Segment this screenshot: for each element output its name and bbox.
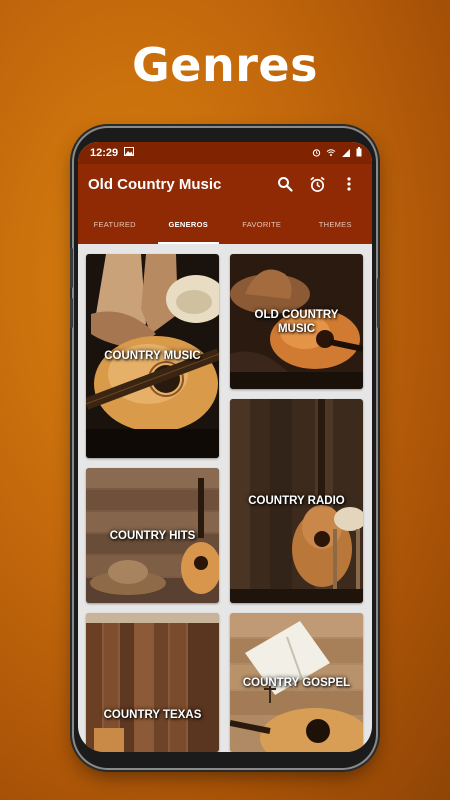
alarm-icon[interactable] — [304, 171, 330, 197]
genre-label: COUNTRY HITS — [109, 529, 196, 542]
tab-bar: FEATURED GENEROS FAVORITE THEMES — [78, 204, 372, 244]
genre-tile-old-country-music[interactable]: OLD COUNTRY MUSIC — [230, 254, 363, 389]
genre-tile-country-texas[interactable]: COUNTRY TEXAS — [86, 613, 219, 752]
app-title: Old Country Music — [88, 175, 222, 193]
genre-label: COUNTRY GOSPEL — [242, 676, 351, 689]
status-time: 12:29 — [90, 147, 119, 159]
genre-label: COUNTRY MUSIC — [104, 350, 201, 362]
wifi-icon — [326, 148, 336, 160]
barn-image — [86, 613, 219, 752]
signal-icon — [341, 148, 351, 160]
tab-themes[interactable]: THEMES — [299, 204, 373, 244]
genre-label: OLD COUNTRY MUSIC — [254, 308, 339, 335]
status-bar: 12:29 — [78, 142, 372, 164]
tab-generos[interactable]: GENEROS — [152, 204, 226, 244]
search-icon[interactable] — [272, 171, 298, 197]
app-bar: Old Country Music — [78, 164, 372, 204]
genre-label: COUNTRY TEXAS — [103, 709, 202, 721]
page-headline: Genres — [132, 38, 318, 92]
genre-tile-country-radio[interactable]: COUNTRY RADIO — [230, 399, 363, 603]
tab-favorite[interactable]: FAVORITE — [225, 204, 299, 244]
genre-tile-country-music[interactable]: COUNTRY MUSIC — [86, 254, 219, 458]
volume-down-button — [70, 298, 73, 328]
power-button — [377, 278, 380, 328]
phone-frame: 12:29 Old Country Music FEATURED GENEROS… — [70, 128, 380, 768]
image-notification-icon — [124, 147, 135, 159]
battery-icon — [356, 147, 362, 160]
tab-featured[interactable]: FEATURED — [78, 204, 152, 244]
more-vert-icon[interactable] — [336, 171, 362, 197]
genre-grid: COUNTRY MUSIC OLD COUNTRY MUSIC COUNTRY … — [78, 244, 372, 752]
volume-button — [70, 248, 73, 288]
genre-tile-country-gospel[interactable]: COUNTRY GOSPEL — [230, 613, 363, 752]
phone-screen: 12:29 Old Country Music FEATURED GENEROS… — [78, 142, 372, 752]
alarm-status-icon — [312, 148, 321, 160]
genre-label: COUNTRY RADIO — [248, 495, 345, 507]
genre-tile-country-hits[interactable]: COUNTRY HITS — [86, 468, 219, 603]
